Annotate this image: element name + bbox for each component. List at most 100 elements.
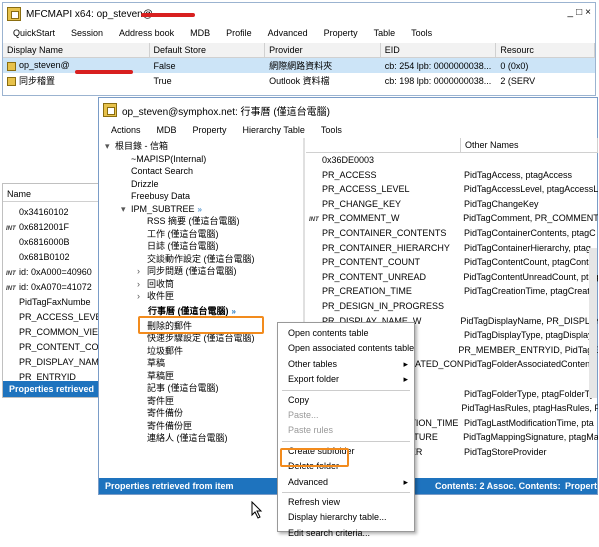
- menu-item-label: Copy: [288, 394, 310, 405]
- table-row[interactable]: 同步稽置 True Outlook 資料檔 cb: 198 lpb: 00000…: [3, 73, 595, 88]
- menu-item[interactable]: Display hierarchy table...: [278, 510, 414, 525]
- tree-item[interactable]: 垃圾郵件: [105, 345, 303, 358]
- list-item[interactable]: PidTagFaxNumbe: [3, 294, 101, 309]
- tree-expander-icon[interactable]: ▾: [121, 203, 131, 216]
- menu-item-label: Export folder: [288, 374, 340, 385]
- menu-session[interactable]: Session: [71, 28, 103, 38]
- menu-item[interactable]: Advanced ▸: [278, 475, 414, 490]
- col-resource[interactable]: Resourc: [496, 42, 595, 58]
- list-item[interactable]: PR_DISPLAY_NAM: [3, 354, 101, 369]
- tree-item[interactable]: ▾ IPM_SUBTREE»: [105, 203, 303, 216]
- left-status-bar: Properties retrieved: [3, 381, 101, 397]
- menu-mdb[interactable]: MDB: [190, 28, 210, 38]
- col-display-name[interactable]: Display Name: [3, 42, 150, 58]
- menu-item[interactable]: Export folder ▸: [278, 372, 414, 387]
- menu-item-label: Refresh view: [288, 496, 341, 507]
- store-icon: [7, 61, 16, 71]
- tree-item-label: 寄件備份匣: [147, 420, 193, 431]
- tree-item[interactable]: 記事 (僅這台電腦): [105, 382, 303, 395]
- col-default-store[interactable]: Default Store: [150, 42, 266, 58]
- property-other-names: PidTagComment, PR_COMMENT: [463, 213, 598, 224]
- tree-expander-icon[interactable]: ▾: [105, 140, 115, 153]
- property-other-names: PidTagContainerContents, ptagC: [464, 227, 596, 238]
- list-item[interactable]: INT id: 0xA000=40960: [3, 264, 101, 279]
- menu-profile[interactable]: Profile: [226, 28, 252, 38]
- tree-item[interactable]: 寄件備份匣: [105, 420, 303, 433]
- menu-item[interactable]: Open contents table: [278, 326, 414, 341]
- submenu-arrow-icon: ▸: [403, 374, 408, 385]
- tree-item[interactable]: 交談動作設定 (僅這台電腦): [105, 253, 303, 266]
- tree-expander-icon[interactable]: ›: [137, 265, 147, 278]
- close-icon[interactable]: ×: [585, 7, 591, 18]
- tree-item[interactable]: 寄件備份: [105, 407, 303, 420]
- list-item[interactable]: INT 0x6812001F: [3, 219, 101, 234]
- table-row[interactable]: PR_DESIGN_IN_PROGRESS: [309, 299, 598, 314]
- v-scrollbar[interactable]: [589, 248, 597, 398]
- menu-item[interactable]: Edit search criteria...: [278, 526, 414, 541]
- menu-item[interactable]: Copy: [278, 393, 414, 408]
- table-row[interactable]: PR_CONTENT_UNREAD PidTagContentUnreadCoun…: [309, 270, 598, 285]
- store-icon: [7, 77, 16, 87]
- tree-item[interactable]: RSS 摘要 (僅這台電腦): [105, 215, 303, 228]
- maximize-icon[interactable]: □: [576, 7, 582, 18]
- menu-actions[interactable]: Actions: [111, 125, 141, 135]
- table-row[interactable]: INT PR_COMMENT_W PidTagComment, PR_COMMENT: [309, 211, 598, 226]
- table-row[interactable]: PR_ACCESS PidTagAccess, ptagAccess: [309, 168, 598, 183]
- col-name[interactable]: Name: [3, 186, 101, 202]
- list-item[interactable]: INT id: 0xA070=41072: [3, 279, 101, 294]
- property-name: PR_DISPLAY_NAM: [19, 356, 99, 367]
- property-name: PR_DESIGN_IN_PROGRESS: [322, 300, 445, 311]
- list-item[interactable]: 0x6816000B: [3, 234, 101, 249]
- tree-item[interactable]: ~MAPISP(Internal): [105, 153, 303, 166]
- tree-item[interactable]: Drizzle: [105, 178, 303, 191]
- table-row[interactable]: 0x36DE0003: [309, 153, 598, 168]
- menu-quickstart[interactable]: QuickStart: [13, 28, 55, 38]
- tree-item[interactable]: › 回收筒: [105, 278, 303, 291]
- menu-tools[interactable]: Tools: [321, 125, 342, 135]
- table-row[interactable]: PR_CREATION_TIME PidTagCreationTime, ptag…: [309, 284, 598, 299]
- tree-item[interactable]: Freebusy Data: [105, 190, 303, 203]
- table-row[interactable]: PR_CONTAINER_HIERARCHY PidTagContainerHie…: [309, 241, 598, 256]
- list-item[interactable]: 0x681B0102: [3, 249, 101, 264]
- menu-item[interactable]: Paste...: [278, 408, 414, 423]
- tree-item[interactable]: › 收件匣: [105, 290, 303, 303]
- list-item[interactable]: 0x34160102: [3, 204, 101, 219]
- tree-item[interactable]: 草稿匣: [105, 370, 303, 383]
- tree-expander-icon[interactable]: ›: [137, 290, 147, 303]
- tree-expander-icon[interactable]: ›: [137, 278, 147, 291]
- menu-advanced[interactable]: Advanced: [268, 28, 308, 38]
- col-other-names[interactable]: Other Names: [461, 138, 598, 153]
- menu-item[interactable]: Refresh view: [278, 495, 414, 510]
- menu-tools[interactable]: Tools: [411, 28, 432, 38]
- menu-item[interactable]: Open associated contents table: [278, 341, 414, 356]
- table-row[interactable]: PR_CONTENT_COUNT PidTagContentCount, ptag…: [309, 255, 598, 270]
- tree-item[interactable]: 日誌 (僅這台電腦): [105, 240, 303, 253]
- tree-item[interactable]: Contact Search: [105, 165, 303, 178]
- table-row[interactable]: PR_ACCESS_LEVEL PidTagAccessLevel, ptagAc…: [309, 182, 598, 197]
- menu-table[interactable]: Table: [374, 28, 396, 38]
- menu-hierarchy-table[interactable]: Hierarchy Table: [243, 125, 305, 135]
- menu-property[interactable]: Property: [324, 28, 358, 38]
- tree-item[interactable]: 寄件匣: [105, 395, 303, 408]
- col-provider[interactable]: Provider: [265, 42, 381, 58]
- table-row[interactable]: PR_CONTAINER_CONTENTS PidTagContainerCont…: [309, 226, 598, 241]
- list-item[interactable]: PR_CONTENT_CO: [3, 339, 101, 354]
- list-item[interactable]: PR_COMMON_VIE: [3, 324, 101, 339]
- table-row[interactable]: PR_CHANGE_KEY PidTagChangeKey: [309, 197, 598, 212]
- menu-address-book[interactable]: Address book: [119, 28, 174, 38]
- col-name[interactable]: [306, 138, 461, 153]
- tree-item[interactable]: 草稿: [105, 357, 303, 370]
- menu-mdb[interactable]: MDB: [157, 125, 177, 135]
- tree-item[interactable]: ▾ 根目錄 - 信箱: [105, 140, 303, 153]
- tree-item[interactable]: › 同步問題 (僅這台電腦): [105, 265, 303, 278]
- tree-item[interactable]: 工作 (僅這台電腦): [105, 228, 303, 241]
- menu-item[interactable]: Paste rules: [278, 423, 414, 438]
- col-eid[interactable]: EID: [381, 42, 497, 58]
- tree-item[interactable]: 連絡人 (僅這台電腦): [105, 432, 303, 445]
- menu-property[interactable]: Property: [193, 125, 227, 135]
- property-name: PR_COMMON_VIE: [19, 326, 99, 337]
- list-item[interactable]: PR_ACCESS_LEVEL: [3, 309, 101, 324]
- menu-item[interactable]: Other tables ▸: [278, 357, 414, 372]
- store-eid: cb: 198 lpb: 0000000038...: [384, 75, 492, 86]
- minimize-icon[interactable]: _: [568, 7, 574, 18]
